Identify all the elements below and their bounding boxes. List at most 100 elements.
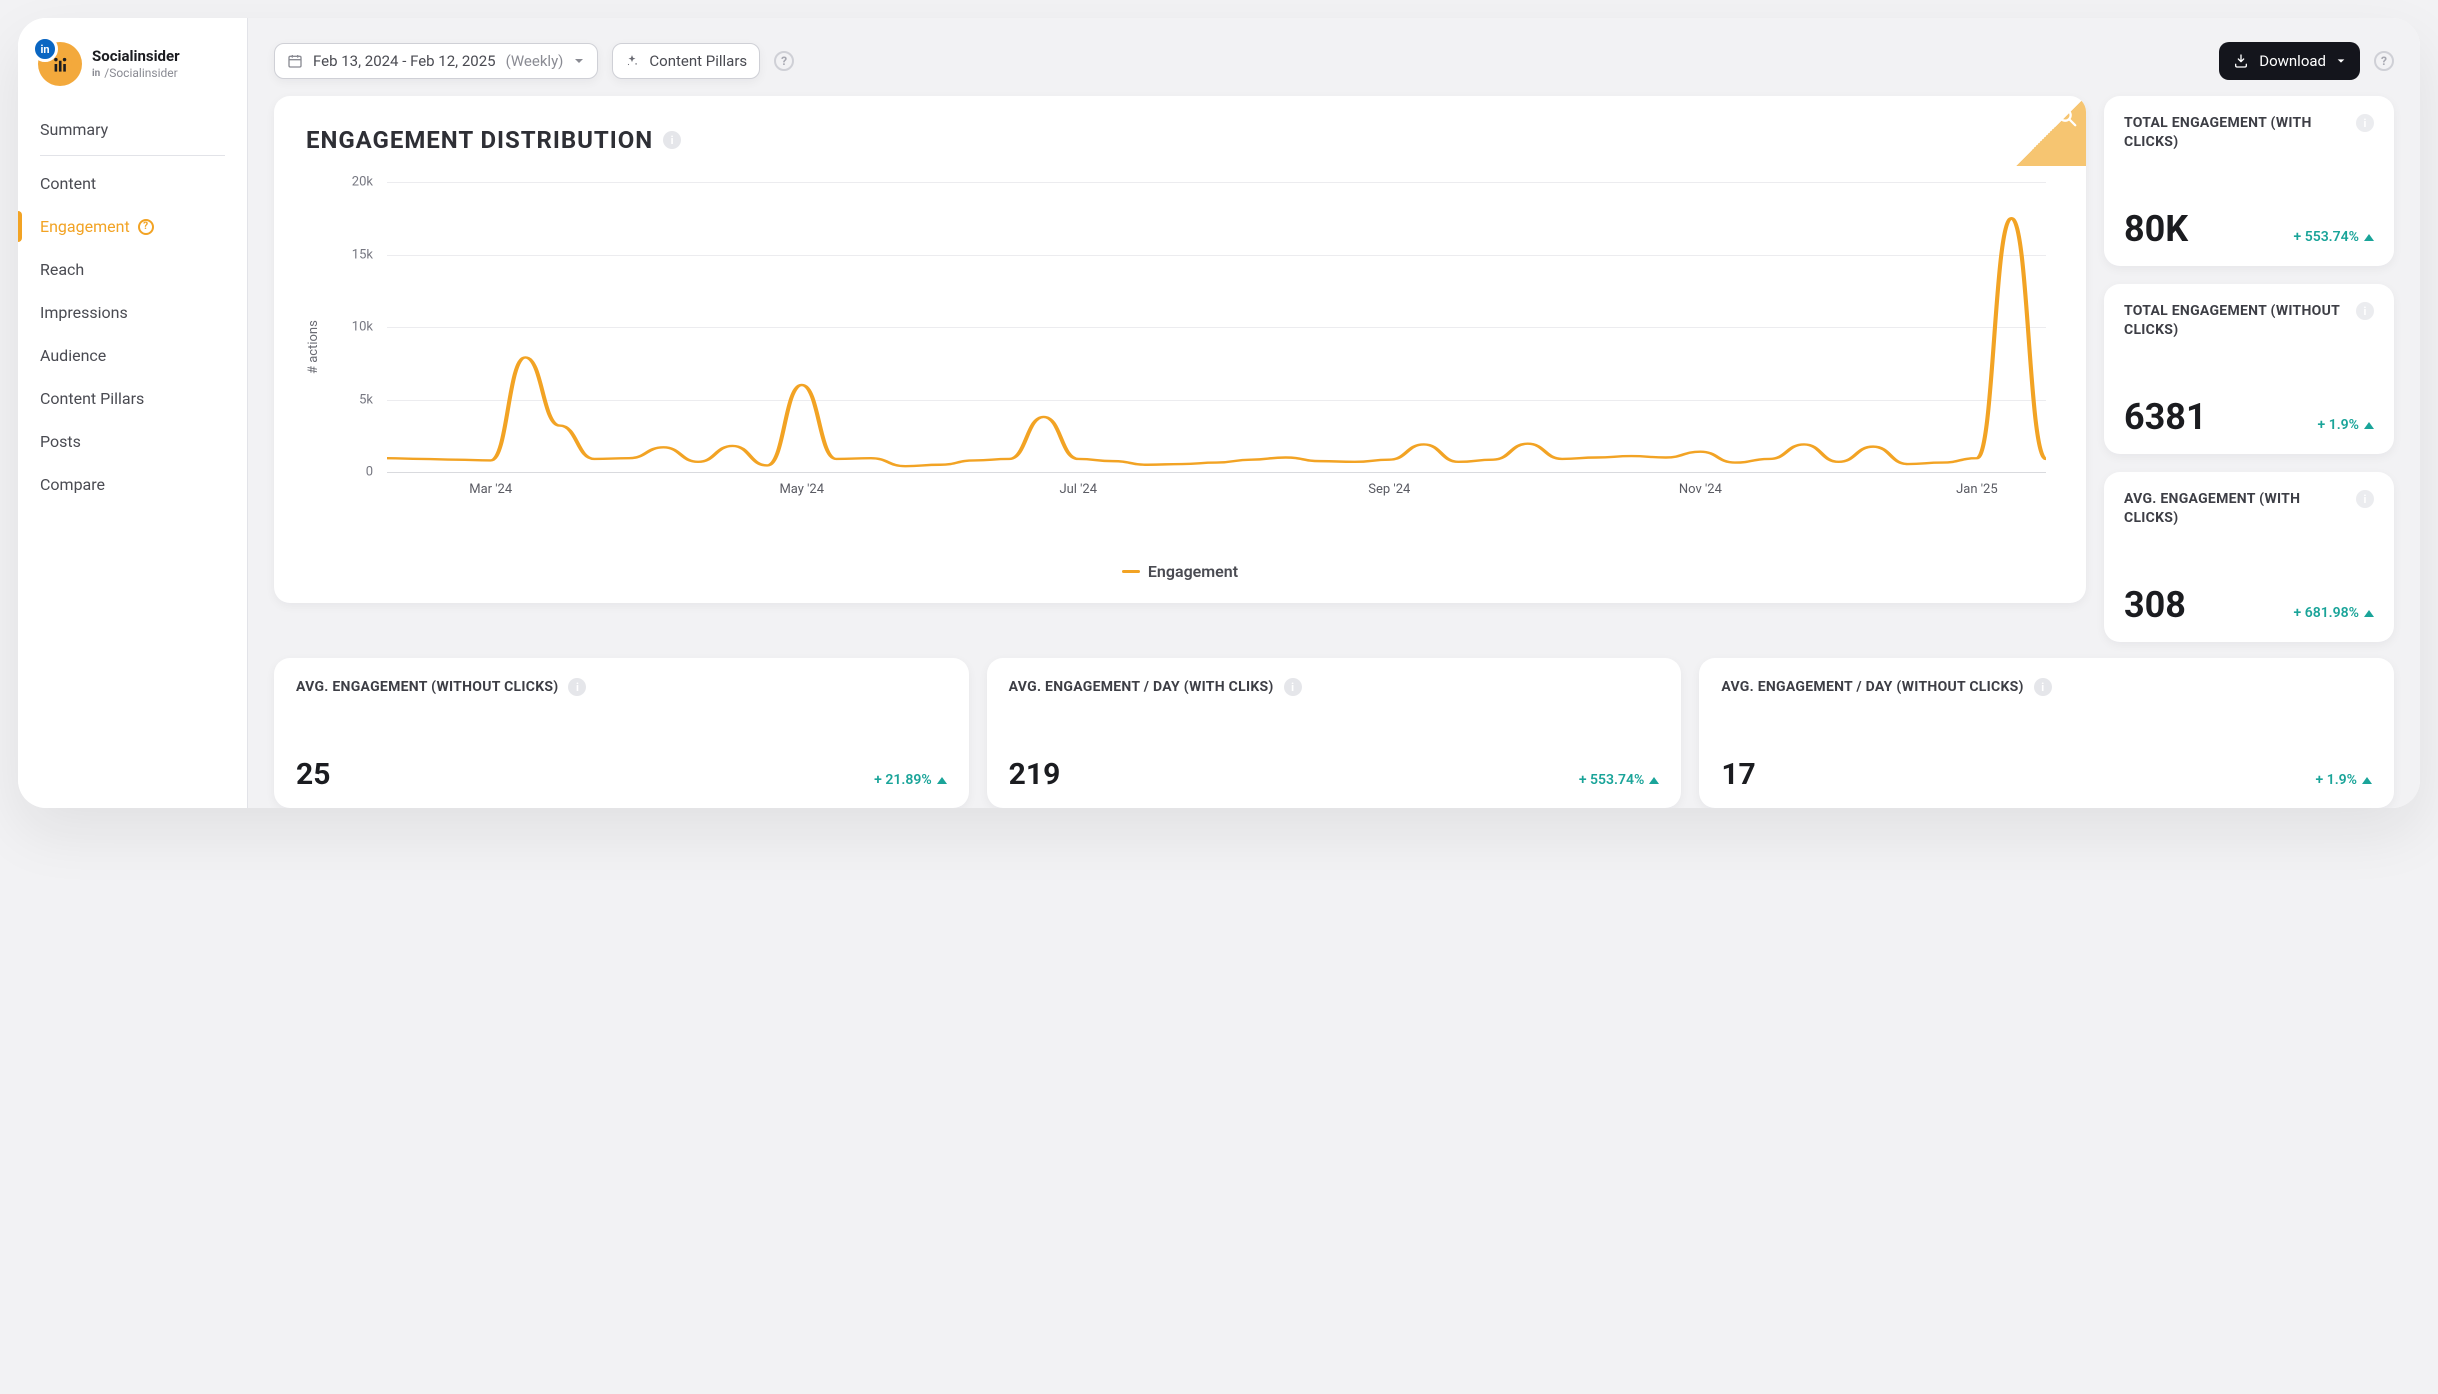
- chart-xaxis: Mar '24May '24Jul '24Sep '24Nov '24Jan '…: [387, 476, 2046, 512]
- kpi-title: TOTAL ENGAGEMENT (WITHOUT CLICKS): [2124, 302, 2346, 340]
- nav-pillars[interactable]: Content Pillars: [18, 377, 247, 420]
- nav-summary[interactable]: Summary: [18, 108, 247, 151]
- kpi-delta-text: + 553.74%: [2294, 229, 2359, 245]
- nav-label: Compare: [40, 475, 105, 494]
- chevron-down-icon: [2336, 56, 2346, 66]
- kpi-delta: + 553.74%: [1579, 772, 1659, 788]
- engagement-distribution-chart-panel: ENGAGEMENT DISTRIBUTION i # actions 20k …: [274, 96, 2086, 603]
- kpi-value: 80K: [2124, 208, 2188, 250]
- ytick: 10k: [331, 320, 373, 335]
- info-icon[interactable]: i: [1284, 678, 1302, 696]
- help-icon[interactable]: ?: [2374, 51, 2394, 71]
- nav-label: Posts: [40, 432, 81, 451]
- chart-ylabel: # actions: [306, 182, 321, 512]
- chart-title: ENGAGEMENT DISTRIBUTION: [306, 126, 653, 154]
- kpi-avg-engagement-without-clicks: AVG. ENGAGEMENT (WITHOUT CLICKS) i 25 + …: [274, 658, 969, 808]
- kpi-title: TOTAL ENGAGEMENT (WITH CLICKS): [2124, 114, 2346, 152]
- xtick: Nov '24: [1679, 482, 1722, 497]
- info-icon[interactable]: i: [2034, 678, 2052, 696]
- kpi-delta: + 553.74%: [2294, 229, 2374, 245]
- help-icon[interactable]: ?: [138, 219, 154, 235]
- info-icon[interactable]: i: [2356, 490, 2374, 508]
- chart-plot: 20k 15k 10k 5k 0: [331, 182, 2054, 512]
- kpi-delta-text: + 1.9%: [2318, 417, 2359, 433]
- nav-posts[interactable]: Posts: [18, 420, 247, 463]
- nav-label: Impressions: [40, 303, 128, 322]
- legend-swatch-icon: [1122, 570, 1140, 573]
- chart-line-layer: [387, 182, 2046, 472]
- xtick: May '24: [779, 482, 824, 497]
- kpi-avg-engagement-day-with-clicks: AVG. ENGAGEMENT / DAY (WITH CLIKS) i 219…: [987, 658, 1682, 808]
- info-icon[interactable]: i: [568, 678, 586, 696]
- kpi-title: AVG. ENGAGEMENT / DAY (WITH CLIKS): [1009, 678, 1274, 697]
- kpi-value: 308: [2124, 584, 2186, 626]
- ytick: 0: [331, 465, 373, 480]
- info-icon[interactable]: i: [2356, 114, 2374, 132]
- nav-content[interactable]: Content: [18, 162, 247, 205]
- kpi-total-engagement-with-clicks: TOTAL ENGAGEMENT (WITH CLICKS) i 80K + 5…: [2104, 96, 2394, 266]
- chart-title-row: ENGAGEMENT DISTRIBUTION i: [306, 126, 2054, 154]
- kpi-value: 25: [296, 757, 330, 792]
- xtick: Mar '24: [469, 482, 512, 497]
- dashboard-grid: ENGAGEMENT DISTRIBUTION i # actions 20k …: [274, 96, 2394, 642]
- kpi-delta-text: + 21.89%: [874, 772, 931, 788]
- nav-audience[interactable]: Audience: [18, 334, 247, 377]
- download-icon: [2233, 53, 2249, 69]
- chart-yaxis: 20k 15k 10k 5k 0: [331, 182, 373, 472]
- kpi-delta: + 1.9%: [2316, 772, 2372, 788]
- sparkle-icon: [625, 54, 639, 68]
- brand-block: in Socialinsider in /Socialinsider: [18, 18, 247, 104]
- download-button[interactable]: Download: [2219, 42, 2360, 80]
- nav-label: Content Pillars: [40, 389, 144, 408]
- main-area: Feb 13, 2024 - Feb 12, 2025 (Weekly) Con…: [248, 18, 2420, 808]
- ytick: 15k: [331, 247, 373, 262]
- trend-up-icon: [2364, 422, 2374, 429]
- expand-corner[interactable]: [2016, 96, 2086, 166]
- ytick: 5k: [331, 392, 373, 407]
- nav-label: Content: [40, 174, 96, 193]
- brand-handle: in /Socialinsider: [92, 67, 180, 80]
- kpi-delta: + 1.9%: [2318, 417, 2374, 433]
- kpi-total-engagement-without-clicks: TOTAL ENGAGEMENT (WITHOUT CLICKS) i 6381…: [2104, 284, 2394, 454]
- nav-label: Audience: [40, 346, 106, 365]
- brand-text: Socialinsider in /Socialinsider: [92, 48, 180, 80]
- kpi-row-bottom: AVG. ENGAGEMENT (WITHOUT CLICKS) i 25 + …: [274, 658, 2394, 808]
- app-shell: in Socialinsider in /Socialinsider: [18, 18, 2420, 808]
- kpi-delta-text: + 553.74%: [1579, 772, 1644, 788]
- info-icon[interactable]: i: [2356, 302, 2374, 320]
- kpi-avg-engagement-with-clicks: AVG. ENGAGEMENT (WITH CLICKS) i 308 + 68…: [2104, 472, 2394, 642]
- legend-label: Engagement: [1148, 562, 1238, 581]
- nav-impressions[interactable]: Impressions: [18, 291, 247, 334]
- download-label: Download: [2259, 52, 2326, 70]
- magnify-icon: [2056, 106, 2078, 128]
- nav-compare[interactable]: Compare: [18, 463, 247, 506]
- trend-up-icon: [2364, 610, 2374, 617]
- kpi-delta-text: + 1.9%: [2316, 772, 2357, 788]
- linkedin-in-icon: in: [92, 68, 100, 79]
- nav-separator: [40, 155, 225, 156]
- trend-up-icon: [1649, 777, 1659, 784]
- date-granularity: (Weekly): [506, 52, 564, 70]
- kpi-delta: + 681.98%: [2294, 605, 2374, 621]
- ytick: 20k: [331, 175, 373, 190]
- chevron-down-icon: [573, 55, 585, 67]
- kpi-title: AVG. ENGAGEMENT (WITH CLICKS): [2124, 490, 2346, 528]
- xtick: Jan '25: [1956, 482, 1998, 497]
- kpi-column: TOTAL ENGAGEMENT (WITH CLICKS) i 80K + 5…: [2104, 96, 2394, 642]
- brand-name: Socialinsider: [92, 48, 180, 65]
- date-range-picker[interactable]: Feb 13, 2024 - Feb 12, 2025 (Weekly): [274, 43, 598, 79]
- kpi-title: AVG. ENGAGEMENT (WITHOUT CLICKS): [296, 678, 558, 697]
- nav-label: Summary: [40, 120, 108, 139]
- brand-handle-text: /Socialinsider: [104, 67, 177, 80]
- brand-avatar: in: [38, 42, 82, 86]
- nav-reach[interactable]: Reach: [18, 248, 247, 291]
- sidebar-nav: Summary Content Engagement ? Reach Impre…: [18, 104, 247, 506]
- xtick: Jul '24: [1059, 482, 1097, 497]
- date-range-label: Feb 13, 2024 - Feb 12, 2025: [313, 52, 496, 70]
- content-pillars-button[interactable]: Content Pillars: [612, 43, 760, 79]
- help-icon[interactable]: ?: [774, 51, 794, 71]
- nav-engagement[interactable]: Engagement ?: [18, 205, 247, 248]
- kpi-value: 17: [1721, 757, 1755, 792]
- sidebar: in Socialinsider in /Socialinsider: [18, 18, 248, 808]
- info-icon[interactable]: i: [663, 131, 681, 149]
